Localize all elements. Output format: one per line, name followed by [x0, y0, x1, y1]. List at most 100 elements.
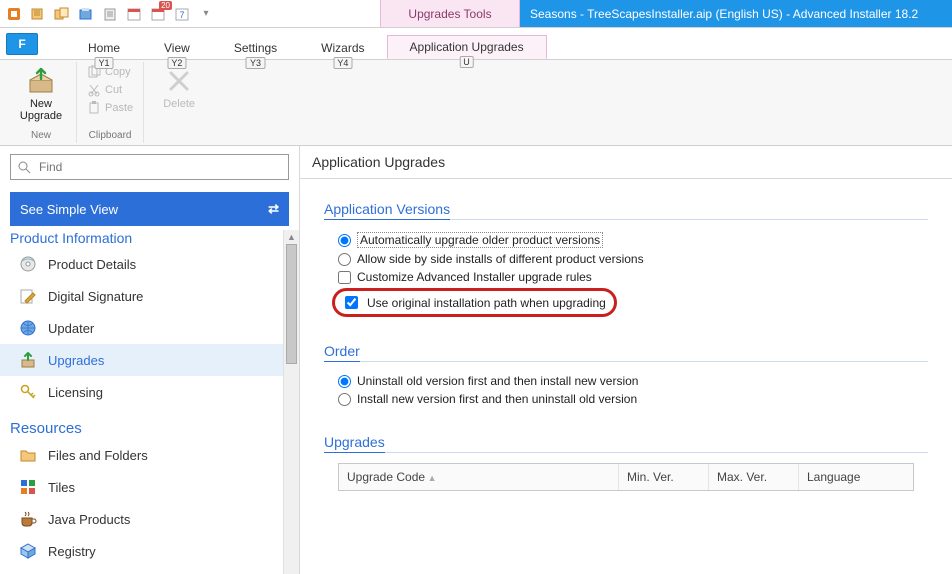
nav-label: Updater: [48, 321, 94, 336]
clipboard-icon: [87, 101, 101, 115]
simple-view-label: See Simple View: [20, 202, 118, 217]
radio-label: Install new version first and then unins…: [357, 392, 637, 406]
radio-auto-upgrade[interactable]: Automatically upgrade older product vers…: [324, 230, 928, 250]
col-min-ver[interactable]: Min. Ver.: [619, 464, 709, 490]
checkbox-input[interactable]: [338, 271, 351, 284]
nav-upgrades[interactable]: Upgrades: [0, 344, 283, 376]
section-product-information: Product Information: [0, 230, 283, 248]
group-order: Order: [324, 343, 360, 362]
left-scrollbar[interactable]: ▲: [283, 230, 299, 574]
check-label: Customize Advanced Installer upgrade rul…: [357, 270, 592, 284]
coffee-icon: [18, 509, 38, 529]
page-content: Application Versions Automatically upgra…: [300, 179, 952, 574]
qat-icon-6[interactable]: 7: [172, 4, 192, 24]
ribbon-tabs: F HomeY1 ViewY2 SettingsY3 WizardsY4 App…: [0, 28, 952, 60]
qat-icon-1[interactable]: [28, 4, 48, 24]
simple-view-button[interactable]: See Simple View ⇄: [10, 192, 289, 226]
ribbon: New Upgrade New Copy Cut Paste Clipboard…: [0, 60, 952, 146]
group-label-clipboard: Clipboard: [89, 128, 132, 141]
svg-text:7: 7: [179, 10, 184, 20]
nav-product-details[interactable]: Product Details: [0, 248, 283, 280]
title-bar: 20 7 ▾ Upgrades Tools Seasons - TreeScap…: [0, 0, 952, 28]
nav-label: Tiles: [48, 480, 75, 495]
tab-label: Application Upgrades: [410, 40, 524, 54]
find-box[interactable]: [10, 154, 289, 180]
box-up-icon: [26, 66, 56, 96]
delete-x-icon: [164, 66, 194, 96]
radio-input[interactable]: [338, 393, 351, 406]
qat-icon-4[interactable]: [100, 4, 120, 24]
keytip: Y3: [246, 57, 265, 69]
folder-icon: [18, 445, 38, 465]
box-up-icon: [18, 350, 38, 370]
checkbox-use-original-path[interactable]: [345, 296, 358, 309]
new-upgrade-button[interactable]: New Upgrade: [14, 64, 68, 122]
ribbon-group-clipboard: Copy Cut Paste Clipboard: [77, 62, 144, 143]
cut-button[interactable]: Cut: [85, 82, 124, 98]
col-upgrade-code[interactable]: Upgrade Code: [339, 464, 619, 490]
cube-icon: [18, 541, 38, 561]
qat-badge: 20: [159, 1, 172, 10]
tab-wizards[interactable]: WizardsY4: [299, 37, 386, 59]
radio-uninstall-first[interactable]: Uninstall old version first and then ins…: [324, 372, 928, 390]
paste-label: Paste: [105, 102, 133, 114]
file-tab[interactable]: F: [6, 33, 38, 55]
tab-settings[interactable]: SettingsY3: [212, 37, 299, 59]
col-max-ver[interactable]: Max. Ver.: [709, 464, 799, 490]
nav-java-products[interactable]: Java Products: [0, 503, 283, 535]
radio-input[interactable]: [338, 253, 351, 266]
key-icon: [18, 382, 38, 402]
nav-files-folders[interactable]: Files and Folders: [0, 439, 283, 471]
right-pane: Application Upgrades Application Version…: [300, 146, 952, 574]
check-label: Use original installation path when upgr…: [367, 296, 606, 310]
tab-view[interactable]: ViewY2: [142, 37, 212, 59]
main-area: See Simple View ⇄ Product Information Pr…: [0, 146, 952, 574]
nav-updater[interactable]: Updater: [0, 312, 283, 344]
nav-list: Product Information Product Details Digi…: [0, 230, 283, 574]
radio-side-by-side[interactable]: Allow side by side installs of different…: [324, 250, 928, 268]
highlighted-option: Use original installation path when upgr…: [332, 288, 617, 317]
paste-button[interactable]: Paste: [85, 100, 135, 116]
upgrades-table-header: Upgrade Code Min. Ver. Max. Ver. Languag…: [338, 463, 914, 491]
nav-digital-signature[interactable]: Digital Signature: [0, 280, 283, 312]
tab-label: View: [164, 41, 190, 55]
nav-label: Licensing: [48, 385, 103, 400]
group-application-versions: Application Versions: [324, 201, 450, 220]
nav-label: Product Details: [48, 257, 136, 272]
qat-icon-3[interactable]: [76, 4, 96, 24]
qat-icon-badge[interactable]: 20: [148, 4, 168, 24]
cut-label: Cut: [105, 84, 122, 96]
contextual-tab-label: Upgrades Tools: [380, 0, 520, 27]
keytip: U: [459, 56, 474, 68]
quick-access-toolbar: 20 7 ▾: [0, 0, 220, 27]
radio-input[interactable]: [338, 375, 351, 388]
tiles-icon: [18, 477, 38, 497]
nav-tiles[interactable]: Tiles: [0, 471, 283, 503]
tab-home[interactable]: HomeY1: [66, 37, 142, 59]
disc-icon: [18, 254, 38, 274]
nav-label: Java Products: [48, 512, 130, 527]
delete-button[interactable]: Delete: [152, 64, 206, 110]
tab-application-upgrades[interactable]: Application UpgradesU: [387, 35, 547, 59]
keytip: Y1: [94, 57, 113, 69]
radio-install-first[interactable]: Install new version first and then unins…: [324, 390, 928, 408]
tab-label: Settings: [234, 41, 277, 55]
nav-licensing[interactable]: Licensing: [0, 376, 283, 408]
left-pane: See Simple View ⇄ Product Information Pr…: [0, 146, 300, 574]
qat-icon-2[interactable]: [52, 4, 72, 24]
group-upgrades: Upgrades: [324, 434, 385, 453]
find-input[interactable]: [37, 159, 282, 175]
qat-icon-5[interactable]: [124, 4, 144, 24]
pen-icon: [18, 286, 38, 306]
window-title: Seasons - TreeScapesInstaller.aip (Engli…: [520, 0, 952, 27]
nav-registry[interactable]: Registry: [0, 535, 283, 567]
radio-label: Uninstall old version first and then ins…: [357, 374, 638, 388]
qat-dropdown-icon[interactable]: ▾: [196, 4, 216, 24]
nav-label: Files and Folders: [48, 448, 148, 463]
col-language[interactable]: Language: [799, 464, 913, 490]
tab-label: Wizards: [321, 41, 364, 55]
keytip: Y4: [333, 57, 352, 69]
check-customize-rules[interactable]: Customize Advanced Installer upgrade rul…: [324, 268, 928, 286]
radio-input[interactable]: [338, 234, 351, 247]
new-upgrade-label: New Upgrade: [14, 98, 68, 122]
